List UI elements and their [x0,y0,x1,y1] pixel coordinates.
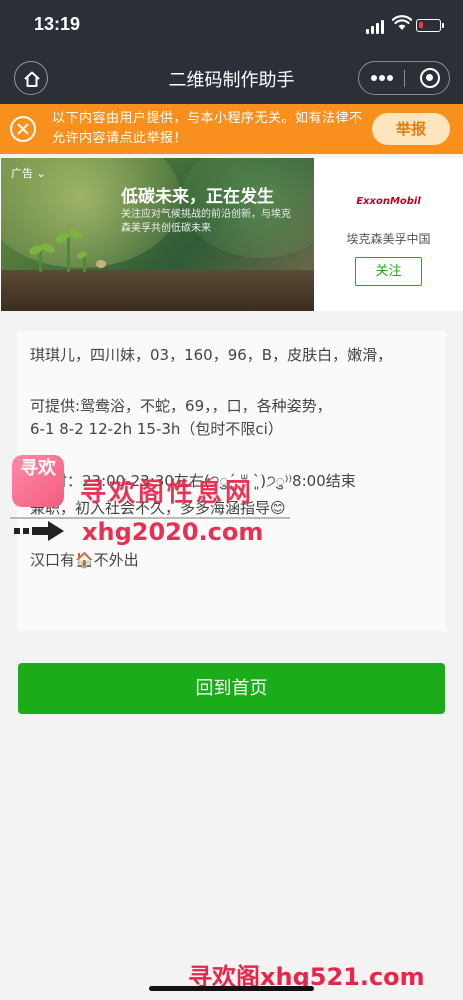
miniprogram-capsule [358,61,450,95]
advertiser-name: 埃克森美孚中国 [346,232,431,246]
ad-tag[interactable]: 广告 ⌄ [11,165,46,181]
status-bar: 13:19 [0,0,463,52]
content-line: 汉口有🏠不外出 [30,551,139,569]
content-line: 琪琪儿，四川妹，03，160，96，B，皮肤白，嫩滑， [30,346,393,364]
report-button[interactable]: 举报 [372,113,450,145]
report-notice-bar: 以下内容由用户提供，与本小程序无关。如有法律不允许内容请点此举报！ 举报 [0,104,463,154]
battery-icon [416,19,444,32]
more-dots-icon[interactable] [371,72,393,84]
ad-image[interactable]: 广告 ⌄ 低碳未来，正在发生 关注应对气候挑战的前沿创新，与埃克森美孚共创低碳未… [1,158,314,311]
content-line: 可提供:鸳鸯浴，不蛇，69，，口，各种姿势， [30,397,332,415]
signal-icon [366,20,386,34]
notice-text: 以下内容由用户提供，与本小程序无关。如有法律不允许内容请点此举报！ [52,111,363,146]
status-time: 13:19 [34,14,81,34]
home-indicator[interactable] [149,986,314,991]
arrow-right-icon [14,521,64,541]
wifi-icon [392,15,412,30]
ad-advertiser: ExxonMobil 埃克森美孚中国 关注 [314,158,463,311]
ad-headline: 低碳未来，正在发生 [121,187,274,207]
watermark-logo: 寻欢 [12,455,64,507]
close-miniprogram-icon[interactable] [420,68,440,88]
ad-subline: 关注应对气候挑战的前沿创新，与埃克森美孚共创低碳未来 [121,209,291,234]
watermark-title: 寻欢阁性息网 [80,478,255,508]
watermark-url: xhg2020.com [82,518,264,546]
exxonmobil-logo: ExxonMobil [356,196,421,207]
nav-bar: 二维码制作助手 [0,52,463,104]
back-home-button[interactable]: 回到首页 [18,663,445,714]
follow-button[interactable]: 关注 [355,257,422,286]
content-line: 6-1 8-2 12-2h 15-3h（包时不限ci） [30,420,283,438]
dismiss-icon[interactable] [10,116,36,142]
ad-banner[interactable]: 广告 ⌄ 低碳未来，正在发生 关注应对气候挑战的前沿创新，与埃克森美孚共创低碳未… [0,158,463,311]
